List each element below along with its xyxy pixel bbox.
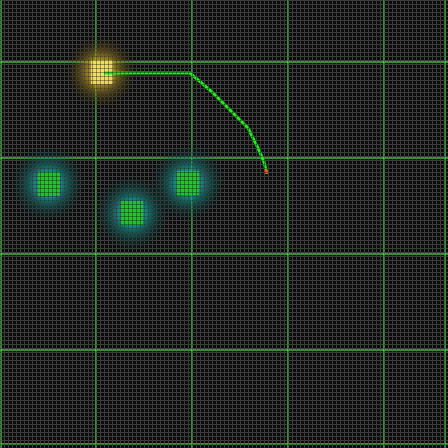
board-overlay	[0, 0, 448, 448]
game-board[interactable]	[0, 0, 448, 448]
fine-grid-texture	[0, 0, 448, 448]
fine-grid-cover	[0, 0, 448, 448]
